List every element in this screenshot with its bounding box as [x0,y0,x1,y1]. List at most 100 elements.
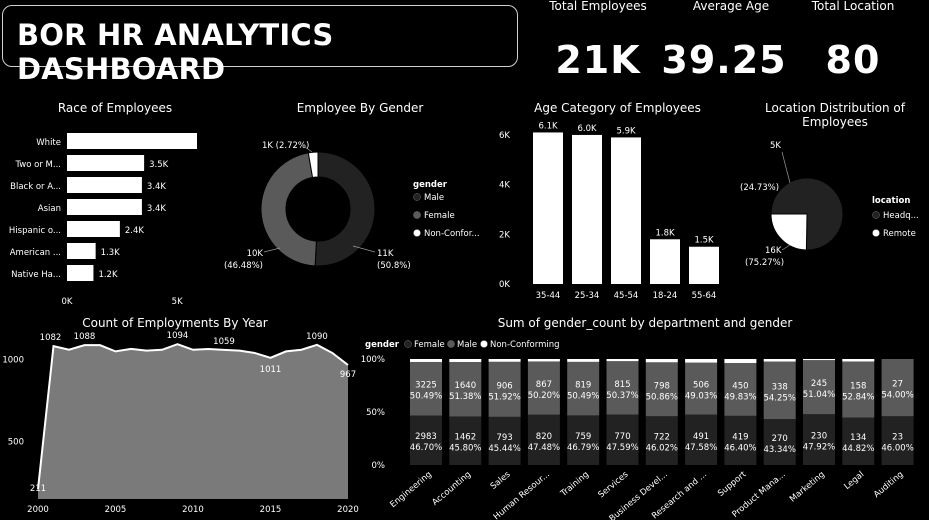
dept-legend-item: Female [414,340,445,350]
dept-male-value: 23 [892,433,903,443]
dept-female-pct: 51.92% [488,392,520,402]
location-legend-marker [872,211,880,219]
dept-male-pct: 46.79% [567,443,599,453]
dept-male-pct: 44.82% [842,444,874,454]
race-bar [67,243,96,259]
gender-slice-label: 10K [247,249,264,259]
age-y-tick: 4K [499,181,510,191]
dept-category-label: Marketing [788,470,827,505]
dept-male-pct: 47.58% [685,443,717,453]
race-bar [67,177,142,193]
dept-female-value: 506 [693,381,709,391]
race-value-label: 1.2K [98,270,118,280]
location-legend-item: Remote [883,229,916,239]
gender-legend-marker [413,229,421,237]
dept-female-value: 3225 [415,381,437,391]
years-area-fill [38,344,348,499]
location-slice-pct: (24.73%) [740,183,779,193]
race-category-label: White [36,138,61,148]
race-value-label: 3.4K [147,204,167,214]
dept-legend-item: Male [457,340,477,350]
gender-slice-label: 11K [377,249,394,259]
age-value-label: 5.9K [616,126,636,136]
dept-male-value: 1462 [454,433,476,443]
race-value-label: 2.4K [125,226,145,236]
dept-bar-segment [645,359,678,363]
dept-female-value: 450 [732,381,748,391]
race-bar [67,133,197,149]
dept-category-label: Auditing [872,470,906,500]
dept-bar-segment [842,359,875,362]
age-category-label: 35-44 [536,291,561,301]
race-value-label: 3.4K [147,182,167,192]
age-y-tick: 0K [499,280,510,290]
gender-slice [260,152,317,267]
dept-bar-segment [724,359,757,363]
dept-male-pct: 46.00% [881,444,913,454]
dept-female-pct: 49.03% [685,392,717,402]
dept-male-value: 419 [732,432,748,442]
age-value-label: 1.8K [655,228,675,238]
age-value-label: 6.1K [538,121,558,131]
years-point-label: 211 [30,484,46,494]
race-bar [67,221,120,237]
dept-bar-segment [449,359,482,362]
dept-bar-segment [410,359,442,362]
dept-male-value: 722 [654,433,670,443]
dept-female-pct: 52.84% [842,392,874,402]
dept-male-pct: 46.02% [646,444,678,454]
years-point-label: 1011 [260,365,282,375]
dept-female-pct: 51.38% [449,392,481,402]
dept-female-pct: 50.49% [567,392,599,402]
gender-legend-item: Non-Confor... [424,229,480,239]
dept-bar-segment [803,359,835,361]
gender-slice-pct: (50.8%) [377,261,411,271]
age-bar [533,132,563,284]
dept-female-value: 245 [811,379,827,389]
dept-legend-marker [447,340,455,348]
race-category-label: Two or M... [15,160,61,170]
years-x-tick: 2005 [105,505,127,515]
dept-male-pct: 47.48% [528,443,560,453]
dept-male-value: 270 [772,434,788,444]
dept-y-tick: 100% [361,355,385,365]
dept-female-pct: 50.49% [410,392,442,402]
dept-male-value: 770 [614,432,630,442]
race-category-label: Hispanic o... [9,226,61,236]
dept-female-value: 1640 [454,381,476,391]
years-point-label: 1088 [74,332,96,342]
dept-male-pct: 47.59% [606,443,638,453]
location-slice-pct: (75.27%) [745,258,784,268]
race-x-tick: 5K [172,297,183,307]
age-category-label: 55-64 [692,291,717,301]
age-category-label: 18-24 [653,291,678,301]
dept-category-label: Legal [842,470,866,492]
years-x-tick: 2000 [27,505,49,515]
race-category-label: Black or A... [10,182,61,192]
age-y-tick: 2K [499,230,510,240]
years-y-tick: 500 [8,438,24,448]
race-category-label: Native Ha... [11,270,61,280]
dept-category-label: Accounting [430,470,473,508]
gender-legend-marker [413,193,421,201]
dept-male-pct: 46.40% [724,443,756,453]
race-category-label: Asian [38,204,61,214]
dept-female-pct: 50.37% [606,391,638,401]
race-bar [67,155,145,171]
dept-bar-segment [763,359,796,362]
location-legend-item: Headq... [883,211,919,221]
location-slice-label: 16K [765,246,782,256]
gender-slice-label: 1K (2.72%) [262,141,309,151]
age-value-label: 6.0K [577,124,597,134]
dept-male-value: 2983 [415,432,437,442]
location-slice [770,213,808,251]
dept-female-value: 867 [536,380,552,390]
dept-female-pct: 54.25% [763,393,795,403]
dept-female-pct: 50.20% [528,391,560,401]
dept-female-value: 158 [850,381,866,391]
dept-category-label: Support [716,469,749,499]
dept-male-pct: 45.80% [449,444,481,454]
dept-female-value: 906 [496,381,512,391]
dept-female-value: 819 [575,381,591,391]
dept-female-value: 338 [772,382,788,392]
